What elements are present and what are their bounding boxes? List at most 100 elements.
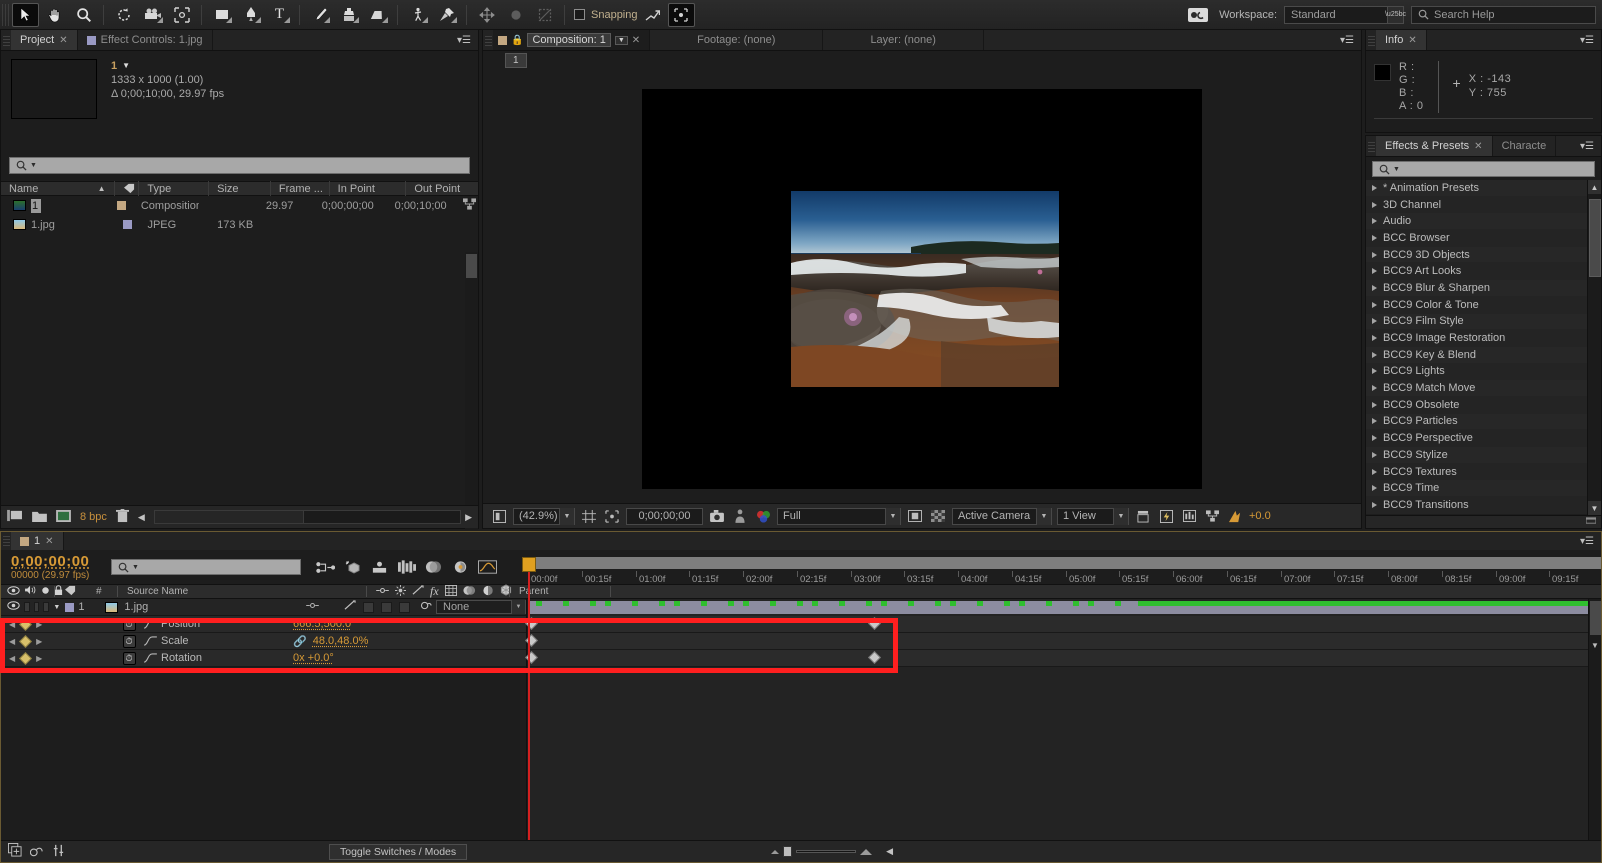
effects-category-item[interactable]: BCC9 3D Objects [1366, 247, 1587, 264]
effects-category-item[interactable]: BCC9 Lights [1366, 364, 1587, 381]
property-row-scale[interactable]: ◀ ▶ ⏱ Scale 🔗 48.0,48.0% [1, 633, 526, 650]
keyframe-toggle-icon[interactable] [19, 618, 32, 631]
toolbar-grip[interactable] [2, 4, 11, 26]
panel-menu-icon[interactable]: ▾☰ [1573, 532, 1601, 550]
layer-duration-bar[interactable] [528, 601, 1601, 614]
chevron-right-icon[interactable] [1372, 335, 1377, 341]
chevron-down-icon[interactable]: ▼ [559, 508, 574, 525]
scroll-down-icon[interactable]: ▼ [1591, 641, 1599, 650]
property-value[interactable]: 666.5,500.0 [293, 618, 351, 630]
zoom-out-icon[interactable] [771, 850, 779, 854]
scroll-up-icon[interactable]: ▲ [1588, 180, 1601, 194]
motion-blur-switch-icon[interactable] [463, 585, 476, 599]
keyframe-toggle-icon[interactable] [19, 635, 32, 648]
comp-mini-flowchart-icon[interactable] [30, 844, 44, 860]
chevron-down-icon[interactable]: ▼ [885, 508, 900, 525]
layer-duration-bar-row[interactable] [528, 599, 1601, 616]
close-icon[interactable]: ✕ [632, 35, 640, 46]
comp-flowchart-icon[interactable] [1203, 507, 1221, 525]
graph-curve-icon[interactable] [139, 636, 161, 646]
panel-menu-icon[interactable]: ▾☰ [1333, 30, 1361, 50]
table-row[interactable]: 1.jpg JPEG 173 KB [1, 215, 478, 234]
chevron-down-icon[interactable]: \u25bc [1387, 7, 1403, 23]
hide-shy-layers-icon[interactable] [367, 556, 392, 578]
column-header-source-name[interactable]: Source Name [123, 585, 361, 599]
transform-gizmo-icon[interactable] [473, 3, 500, 27]
panel-grip[interactable] [3, 536, 10, 546]
tab-project[interactable]: Project ✕ [11, 30, 78, 50]
column-header-type[interactable]: Type [139, 181, 209, 196]
effects-category-item[interactable]: BCC9 Art Looks [1366, 263, 1587, 280]
close-icon[interactable]: ✕ [1474, 141, 1482, 152]
chevron-right-icon[interactable] [1372, 302, 1377, 308]
frame-blend-switch[interactable] [381, 602, 392, 613]
effects-category-item[interactable]: BCC9 Transitions [1366, 497, 1587, 514]
toggle-switches-modes-button[interactable]: Toggle Switches / Modes [329, 844, 467, 860]
collapse-switch-icon[interactable] [395, 585, 406, 599]
stopwatch-icon[interactable]: ⏱ [123, 618, 136, 631]
chevron-down-icon[interactable]: ▼ [615, 36, 628, 45]
new-composition-icon[interactable] [7, 509, 23, 525]
transparency-grid-icon[interactable] [929, 507, 947, 525]
stopwatch-container[interactable]: ⏱ [119, 635, 139, 648]
snapping-checkbox[interactable] [574, 9, 585, 20]
close-icon[interactable]: ✕ [1408, 35, 1416, 46]
eraser-tool-icon[interactable] [364, 3, 391, 27]
track-row-rotation[interactable] [528, 650, 1601, 667]
label-color-swatch[interactable] [123, 220, 132, 229]
camera-select[interactable]: Active Camera ▼ [952, 508, 1052, 525]
effects-category-item[interactable]: BCC9 Film Style [1366, 314, 1587, 331]
snapshot-icon[interactable] [708, 507, 726, 525]
grid-guides-icon[interactable] [580, 507, 598, 525]
chevron-down-icon[interactable]: ▼ [1113, 508, 1128, 525]
keyframe-navigator[interactable]: ◀ ▶ [1, 654, 49, 663]
workspace-select[interactable]: Standard \u25bc [1284, 6, 1404, 24]
column-header-label[interactable] [115, 181, 140, 196]
frame-blending-icon[interactable] [394, 556, 419, 578]
stopwatch-container[interactable]: ⏱ [119, 618, 139, 631]
prev-keyframe-icon[interactable]: ◀ [9, 637, 15, 646]
current-time-indicator[interactable] [528, 557, 530, 840]
eye-icon[interactable] [7, 601, 20, 613]
chevron-right-icon[interactable] [1372, 252, 1377, 258]
scrollbar-thumb[interactable] [1589, 199, 1601, 277]
label-color-swatch[interactable] [65, 603, 74, 612]
prev-keyframe-icon[interactable]: ◀ [9, 620, 15, 629]
column-header-size[interactable]: Size [209, 181, 271, 196]
chevron-right-icon[interactable] [1372, 469, 1377, 475]
column-header-in-point[interactable]: In Point [330, 181, 407, 196]
lock-icon[interactable]: 🔒 [511, 35, 523, 46]
workspace-gear-icon[interactable] [1184, 3, 1211, 27]
camera-tool-icon[interactable] [139, 3, 166, 27]
audio-icon[interactable] [24, 585, 37, 598]
composition-canvas[interactable] [642, 89, 1202, 489]
chevron-right-icon[interactable] [1372, 385, 1377, 391]
next-keyframe-icon[interactable]: ▶ [36, 637, 42, 646]
pen-tool-icon[interactable] [237, 3, 264, 27]
chevron-right-icon[interactable] [1372, 485, 1377, 491]
effects-category-item[interactable]: BCC9 Match Move [1366, 380, 1587, 397]
close-icon[interactable]: ✕ [59, 35, 67, 46]
keyframe-navigator[interactable]: ◀ ▶ [1, 637, 49, 646]
effects-category-item[interactable]: BCC Browser [1366, 230, 1587, 247]
shape-tool-icon[interactable] [208, 3, 235, 27]
panel-menu-icon[interactable]: ▾☰ [450, 30, 478, 50]
property-value[interactable]: 0x +0.0° [293, 652, 334, 664]
prev-keyframe-icon[interactable]: ◀ [9, 654, 15, 663]
mask-outline-icon[interactable] [531, 3, 558, 27]
region-of-interest-icon[interactable] [603, 507, 621, 525]
effects-category-item[interactable]: BCC9 Time [1366, 480, 1587, 497]
magnification-select[interactable]: (42.9%) ▼ [513, 508, 575, 525]
snap-arrow-icon[interactable] [639, 3, 666, 27]
effects-category-item[interactable]: 3D Channel [1366, 197, 1587, 214]
clone-stamp-tool-icon[interactable] [335, 3, 362, 27]
eye-icon[interactable] [7, 586, 20, 598]
comp-view-chip[interactable]: 1 [505, 53, 527, 68]
chevron-right-icon[interactable] [1372, 185, 1377, 191]
timeline-icon[interactable] [1180, 507, 1198, 525]
zoom-tool-icon[interactable] [70, 3, 97, 27]
table-row[interactable]: 1 Composition 29.97 0;00;00;00 0;00;10;0… [1, 196, 478, 215]
chevron-right-icon[interactable] [1372, 268, 1377, 274]
tab-timeline-comp[interactable]: 1 ✕ [11, 532, 64, 550]
show-snapshot-icon[interactable] [731, 507, 749, 525]
